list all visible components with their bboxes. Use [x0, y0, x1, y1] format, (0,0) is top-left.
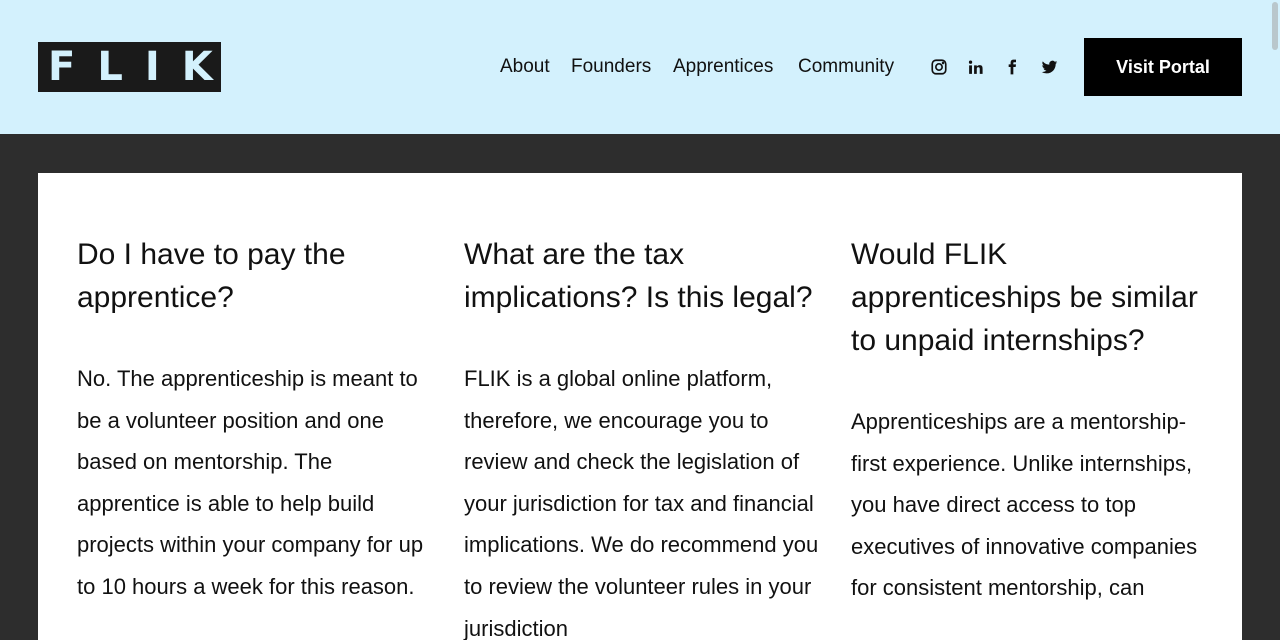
site-header: FLIK About Founders Apprentices Communit…	[0, 0, 1280, 134]
faq-answer: Apprenticeships are a mentorship-first e…	[851, 409, 1198, 601]
faq-answer: FLIK is a global online platform, theref…	[464, 366, 819, 640]
faq-item: Would FLIK apprenticeships be similar to…	[851, 233, 1211, 609]
faq-card: Do I have to pay the apprentice? No. The…	[38, 173, 1242, 640]
twitter-icon[interactable]	[1039, 57, 1059, 77]
faq-item: What are the tax implications? Is this l…	[464, 233, 822, 640]
faq-question: Would FLIK apprenticeships be similar to…	[851, 238, 1198, 357]
faq-question: Do I have to pay the apprentice?	[77, 238, 346, 314]
nav-link-community[interactable]: Community	[798, 56, 894, 78]
visit-portal-button[interactable]: Visit Portal	[1084, 38, 1242, 96]
page-scrollbar[interactable]	[1272, 2, 1278, 50]
faq-answer: No. The apprenticeship is meant to be a …	[77, 366, 424, 599]
facebook-icon[interactable]	[1002, 57, 1022, 77]
faq-question: What are the tax implications? Is this l…	[464, 238, 813, 314]
nav-link-about[interactable]: About	[500, 56, 550, 78]
linkedin-icon[interactable]	[965, 57, 985, 77]
nav-link-apprentices[interactable]: Apprentices	[673, 56, 773, 78]
instagram-icon[interactable]	[929, 57, 949, 77]
nav-link-founders[interactable]: Founders	[571, 56, 651, 78]
faq-item: Do I have to pay the apprentice? No. The…	[77, 233, 435, 608]
